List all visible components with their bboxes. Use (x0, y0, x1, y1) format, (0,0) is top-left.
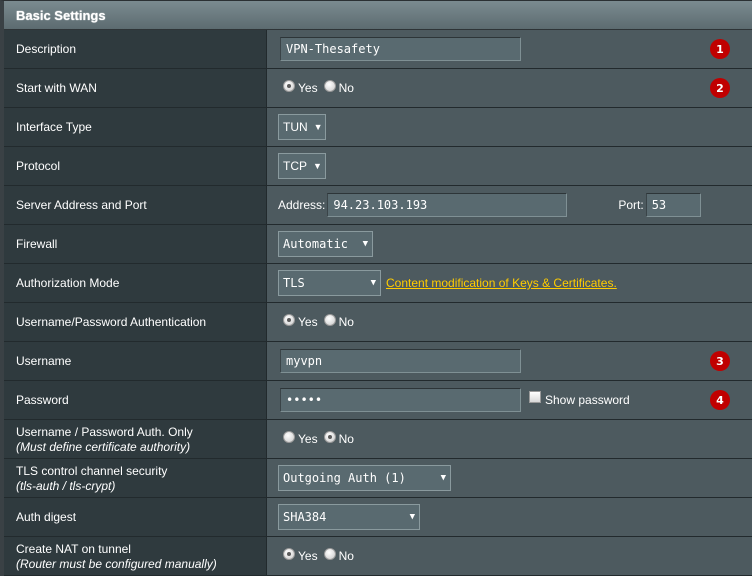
chevron-down-icon: ▼ (409, 512, 415, 522)
userpass-auth-no-label[interactable]: No (339, 315, 354, 329)
chevron-down-icon: ▼ (362, 239, 368, 249)
row-tls-control: TLS control channel security (tls-auth /… (4, 459, 752, 498)
row-userpass-only: Username / Password Auth. Only (Must def… (4, 420, 752, 459)
userpass-only-no-radio[interactable] (323, 431, 336, 443)
server-address-input[interactable]: 94.23.103.193 (327, 193, 568, 217)
userpass-auth-label: Username/Password Authentication (16, 315, 207, 329)
create-nat-no-radio[interactable] (323, 548, 336, 560)
keys-certificates-link[interactable]: Content modification of Keys & Certifica… (386, 276, 617, 290)
show-password-label[interactable]: Show password (545, 393, 630, 407)
userpass-only-yes-label[interactable]: Yes (298, 432, 318, 446)
show-password-checkbox[interactable] (529, 391, 541, 403)
protocol-value: TCP (283, 159, 307, 173)
userpass-auth-no-radio[interactable] (323, 314, 336, 326)
row-userpass-auth: Username/Password Authentication Yes No (4, 303, 752, 342)
row-create-nat: Create NAT on tunnel (Router must be con… (4, 537, 752, 576)
firewall-value: Automatic (283, 237, 349, 251)
interface-type-value: TUN (283, 120, 308, 134)
address-label: Address: (278, 198, 326, 212)
tls-control-sublabel: (tls-auth / tls-crypt) (16, 478, 116, 493)
step-badge-2: 2 (710, 78, 730, 98)
step-badge-1: 1 (710, 39, 730, 59)
userpass-auth-yes-radio[interactable] (283, 314, 295, 326)
create-nat-sublabel: (Router must be configured manually) (16, 556, 217, 571)
chevron-down-icon: ▼ (313, 122, 323, 132)
start-with-wan-no-radio[interactable] (323, 80, 336, 92)
row-authorization-mode: Authorization Mode TLS ▼ Content modific… (4, 264, 752, 303)
start-with-wan-label: Start with WAN (16, 81, 97, 95)
chevron-down-icon: ▼ (370, 278, 376, 288)
create-nat-label: Create NAT on tunnel (16, 541, 131, 556)
userpass-only-no-label[interactable]: No (339, 432, 354, 446)
auth-digest-select[interactable]: SHA384 ▼ (278, 504, 420, 530)
interface-type-select[interactable]: TUN ▼ (278, 114, 326, 140)
userpass-only-label: Username / Password Auth. Only (16, 424, 193, 439)
auth-digest-label: Auth digest (16, 510, 77, 524)
password-input[interactable]: ••••• (280, 388, 521, 412)
protocol-select[interactable]: TCP ▼ (278, 153, 326, 179)
authorization-mode-select[interactable]: TLS ▼ (278, 270, 381, 296)
section-title: Basic Settings (16, 8, 106, 23)
chevron-down-icon: ▼ (440, 473, 446, 483)
row-start-with-wan: Start with WAN Yes No 2 (4, 69, 752, 108)
userpass-only-sublabel: (Must define certificate authority) (16, 439, 191, 454)
create-nat-yes-radio[interactable] (283, 548, 295, 560)
interface-type-label: Interface Type (16, 120, 92, 134)
username-label: Username (16, 354, 72, 368)
section-header: Basic Settings (4, 1, 752, 30)
tls-control-label: TLS control channel security (16, 463, 168, 478)
row-server-address: Server Address and Port Address: 94.23.1… (4, 186, 752, 225)
create-nat-yes-label[interactable]: Yes (298, 549, 318, 563)
settings-table: Description VPN-Thesafety 1 Start with W… (4, 30, 752, 576)
start-with-wan-no-label[interactable]: No (339, 81, 354, 95)
firewall-label: Firewall (16, 237, 58, 251)
start-with-wan-yes-label[interactable]: Yes (298, 81, 318, 95)
authorization-mode-label: Authorization Mode (16, 276, 120, 290)
description-label: Description (16, 42, 77, 56)
step-badge-3: 3 (710, 351, 730, 371)
row-description: Description VPN-Thesafety 1 (4, 30, 752, 69)
firewall-select[interactable]: Automatic ▼ (278, 231, 373, 257)
userpass-only-yes-radio[interactable] (283, 431, 295, 443)
chevron-down-icon: ▼ (313, 161, 322, 171)
row-firewall: Firewall Automatic ▼ (4, 225, 752, 264)
row-interface-type: Interface Type TUN ▼ (4, 108, 752, 147)
row-protocol: Protocol TCP ▼ (4, 147, 752, 186)
auth-digest-value: SHA384 (283, 510, 327, 524)
protocol-label: Protocol (16, 159, 61, 173)
userpass-auth-yes-label[interactable]: Yes (298, 315, 318, 329)
create-nat-no-label[interactable]: No (339, 549, 354, 563)
server-port-input[interactable]: 53 (645, 193, 701, 217)
username-input[interactable]: myvpn (280, 349, 521, 373)
start-with-wan-yes-radio[interactable] (283, 80, 295, 92)
step-badge-4: 4 (710, 390, 730, 410)
tls-control-value: Outgoing Auth (1) (283, 471, 406, 485)
tls-control-select[interactable]: Outgoing Auth (1) ▼ (278, 465, 451, 491)
port-label: Port: (618, 198, 644, 212)
row-password: Password ••••• Show password 4 (4, 381, 752, 420)
password-label: Password (16, 393, 69, 407)
server-address-label: Server Address and Port (16, 198, 147, 212)
authorization-mode-value: TLS (283, 276, 305, 290)
row-auth-digest: Auth digest SHA384 ▼ (4, 498, 752, 537)
description-input[interactable]: VPN-Thesafety (280, 37, 521, 61)
row-username: Username myvpn 3 (4, 342, 752, 381)
